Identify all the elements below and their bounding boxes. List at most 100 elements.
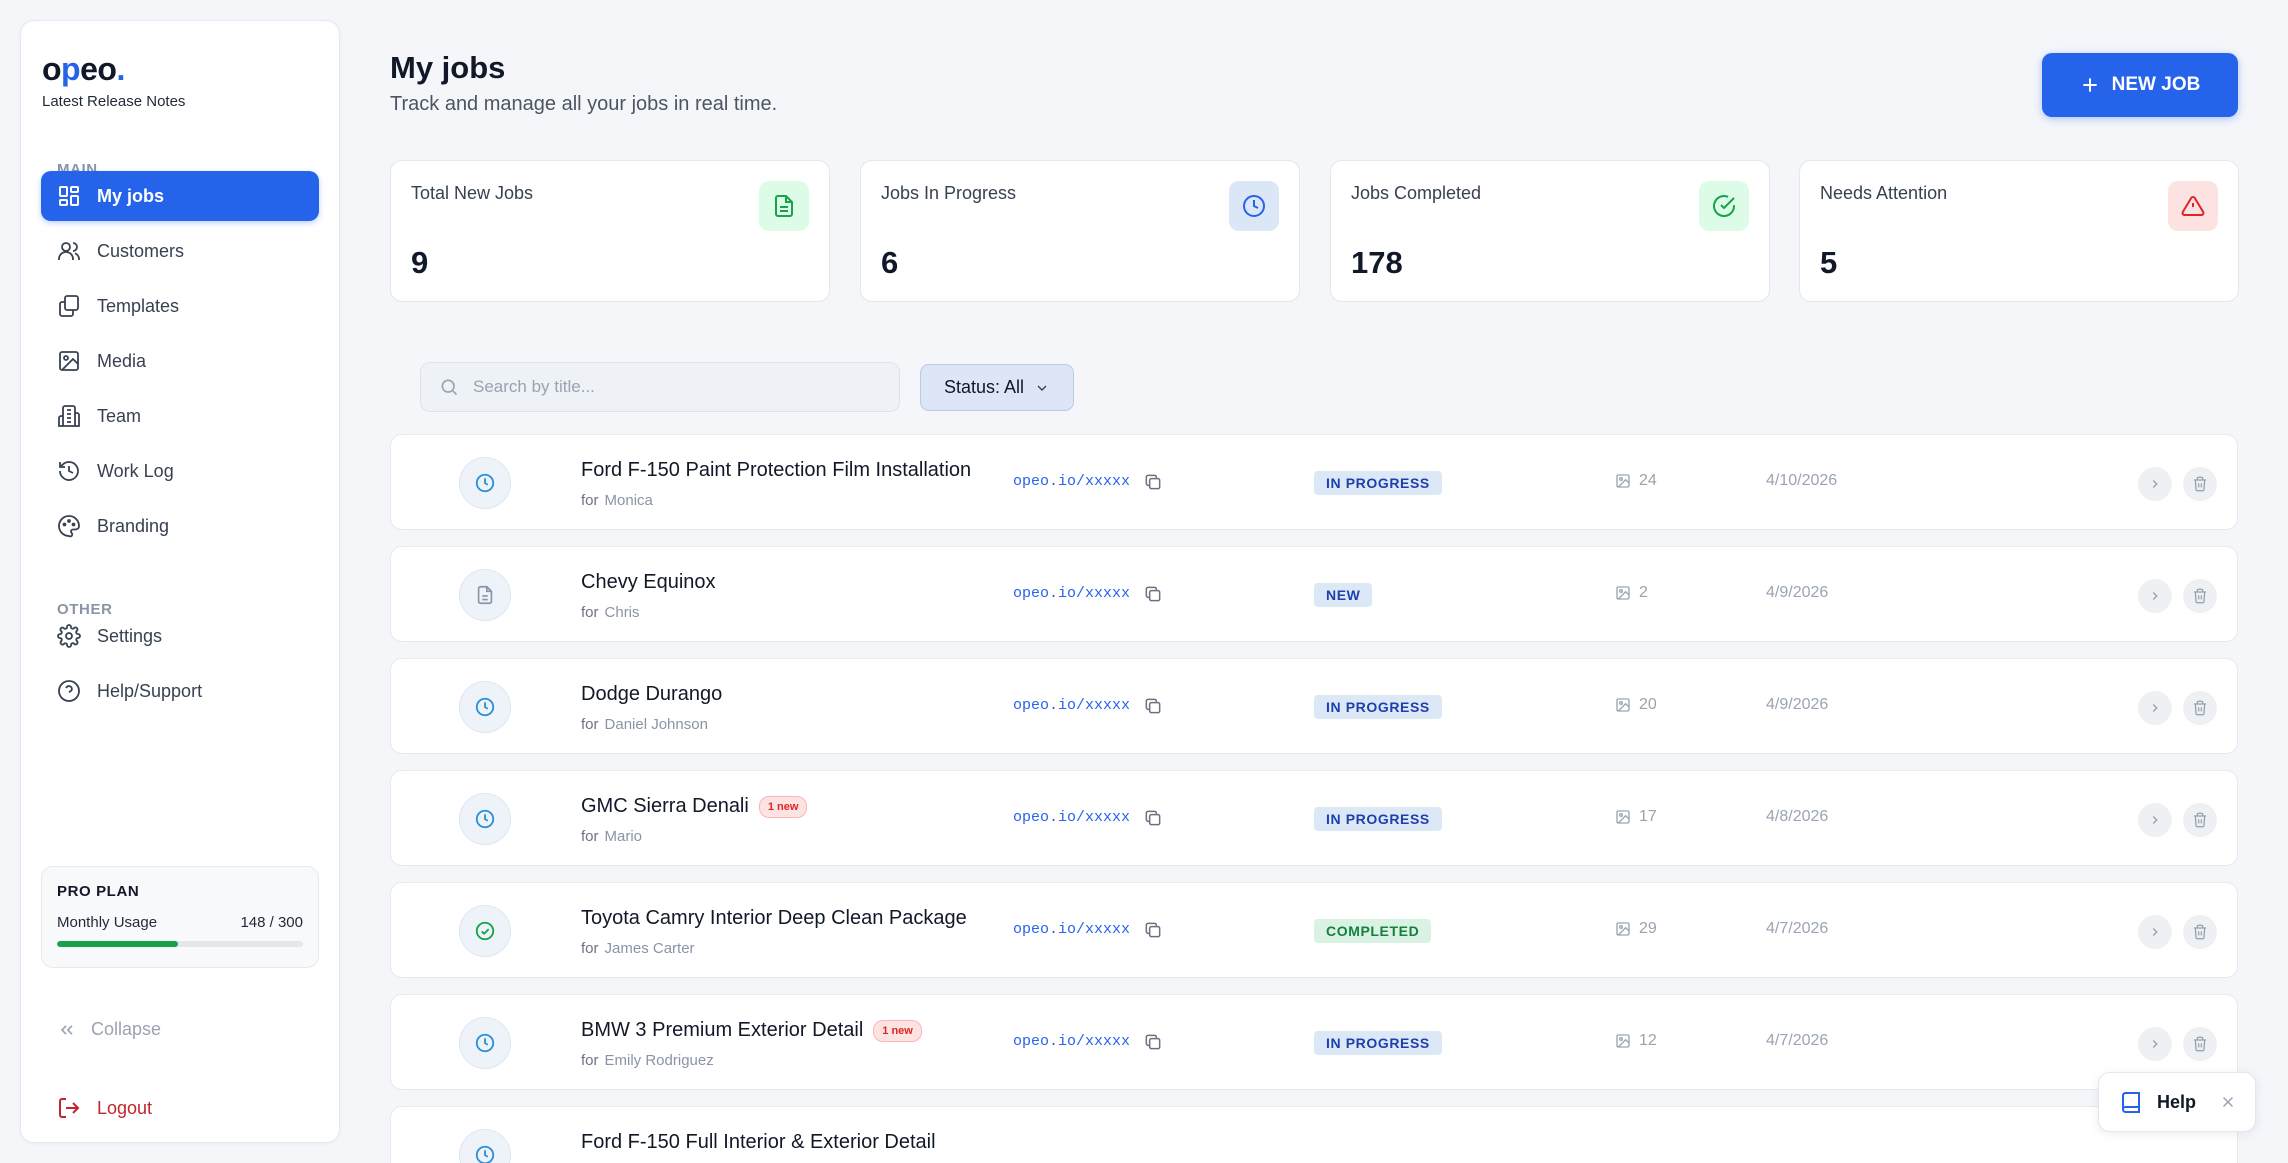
media-count: 17 bbox=[1615, 808, 1657, 826]
search-input[interactable] bbox=[473, 377, 873, 397]
sidebar-item-branding[interactable]: Branding bbox=[41, 501, 319, 551]
sidebar-item-label: Templates bbox=[97, 295, 180, 316]
for-label: for bbox=[581, 604, 599, 621]
copy-link-icon[interactable] bbox=[1143, 584, 1163, 604]
customer-name: Monica bbox=[604, 492, 653, 509]
open-job-button[interactable] bbox=[2138, 467, 2172, 501]
media-count-value: 29 bbox=[1639, 920, 1657, 937]
release-notes-link[interactable]: Latest Release Notes bbox=[42, 93, 185, 110]
search-box bbox=[420, 362, 900, 412]
media-count: 29 bbox=[1615, 920, 1657, 938]
stat-value: 178 bbox=[1351, 245, 1403, 280]
job-share-link[interactable]: opeo.io/xxxxx bbox=[1013, 921, 1130, 938]
sidebar-item-team[interactable]: Team bbox=[41, 391, 319, 441]
sidebar-item-customers[interactable]: Customers bbox=[41, 226, 319, 276]
sidebar-item-help-support[interactable]: Help/Support bbox=[41, 666, 319, 716]
stat-card-needs-attention: Needs Attention 5 bbox=[1799, 160, 2239, 302]
job-date: 4/10/2026 bbox=[1766, 472, 1838, 489]
sidebar-item-templates[interactable]: Templates bbox=[41, 281, 319, 331]
book-icon bbox=[2122, 1092, 2140, 1113]
gear-icon bbox=[57, 624, 81, 648]
sidebar-item-label: Media bbox=[97, 350, 147, 371]
job-date: 4/7/2026 bbox=[1766, 1032, 1829, 1049]
file-icon bbox=[459, 569, 511, 621]
sidebar-item-work-log[interactable]: Work Log bbox=[41, 446, 319, 496]
copy-link-icon[interactable] bbox=[1143, 1032, 1163, 1052]
job-row[interactable]: Chevy Equinox for Chris opeo.io/xxxxx NEW 2 4/… bbox=[390, 546, 2238, 642]
job-customer: for Chris bbox=[581, 604, 640, 621]
delete-job-button[interactable] bbox=[2183, 915, 2217, 949]
sidebar-item-settings[interactable]: Settings bbox=[41, 611, 319, 661]
customer-name: Chris bbox=[604, 604, 640, 621]
job-row[interactable]: Ford F-150 Paint Protection Film Install… bbox=[390, 434, 2238, 530]
open-job-button[interactable] bbox=[2138, 803, 2172, 837]
job-share-link[interactable]: opeo.io/xxxxx bbox=[1013, 697, 1130, 714]
stat-card-jobs-completed: Jobs Completed 178 bbox=[1330, 160, 1770, 302]
open-job-button[interactable] bbox=[2138, 1027, 2172, 1061]
job-row[interactable]: Dodge Durango for Daniel Johnson opeo.io/xx… bbox=[390, 658, 2238, 754]
media-count: 20 bbox=[1615, 696, 1657, 714]
job-customer: for Daniel Johnson bbox=[581, 716, 708, 733]
search-icon bbox=[441, 379, 458, 396]
sidebar-item-media[interactable]: Media bbox=[41, 336, 319, 386]
media-count-value: 20 bbox=[1639, 696, 1657, 713]
help-widget[interactable]: Help bbox=[2098, 1072, 2256, 1132]
job-customer: for Emily Rodriguez bbox=[581, 1052, 714, 1069]
job-row[interactable]: Ford F-150 Full Interior & Exterior Deta… bbox=[390, 1106, 2238, 1163]
media-count-value: 17 bbox=[1639, 808, 1657, 825]
usage-progress-bar bbox=[57, 941, 303, 947]
job-title: Ford F-150 Paint Protection Film Install… bbox=[581, 459, 971, 482]
new-media-badge: 1 new bbox=[873, 1019, 922, 1042]
status-badge: IN PROGRESS bbox=[1314, 807, 1442, 831]
job-share-link[interactable]: opeo.io/xxxxx bbox=[1013, 585, 1130, 602]
delete-job-button[interactable] bbox=[2183, 579, 2217, 613]
copy-link-icon[interactable] bbox=[1143, 472, 1163, 492]
plan-title: PRO PLAN bbox=[57, 883, 140, 900]
job-title: Ford F-150 Full Interior & Exterior Deta… bbox=[581, 1131, 936, 1154]
delete-job-button[interactable] bbox=[2183, 803, 2217, 837]
usage-label: Monthly Usage bbox=[57, 914, 158, 931]
stat-value: 5 bbox=[1820, 245, 1838, 280]
job-share-link[interactable]: opeo.io/xxxxx bbox=[1013, 809, 1130, 826]
job-share-link[interactable]: opeo.io/xxxxx bbox=[1013, 1033, 1130, 1050]
copy-link-icon[interactable] bbox=[1143, 920, 1163, 940]
job-row[interactable]: BMW 3 Premium Exterior Detail 1 new for Emi… bbox=[390, 994, 2238, 1090]
sidebar-item-label: Team bbox=[97, 405, 142, 426]
copy-link-icon[interactable] bbox=[1143, 808, 1163, 828]
trash-icon bbox=[2194, 588, 2206, 604]
plus-icon bbox=[2082, 78, 2097, 92]
help-circle-icon bbox=[58, 680, 80, 702]
status-filter-dropdown[interactable]: Status: All bbox=[920, 364, 1074, 411]
job-row[interactable]: GMC Sierra Denali 1 new for Mario opeo.io/xx… bbox=[390, 770, 2238, 866]
media-count: 12 bbox=[1615, 1032, 1657, 1050]
delete-job-button[interactable] bbox=[2183, 691, 2217, 725]
open-job-button[interactable] bbox=[2138, 915, 2172, 949]
sidebar-item-my-jobs[interactable]: My jobs bbox=[41, 171, 319, 221]
copy-link-icon[interactable] bbox=[1143, 696, 1163, 716]
for-label: for bbox=[581, 828, 599, 845]
sidebar: opeo. Latest Release Notes MAIN My jobs … bbox=[20, 20, 340, 1143]
clock-icon bbox=[459, 681, 511, 733]
trash-icon bbox=[2194, 476, 2206, 492]
chevron-down-icon bbox=[1037, 385, 1047, 391]
logout-button[interactable]: Logout bbox=[57, 1096, 152, 1120]
job-share-link[interactable]: opeo.io/xxxxx bbox=[1013, 473, 1130, 490]
open-job-button[interactable] bbox=[2138, 691, 2172, 725]
job-title-text: GMC Sierra Denali bbox=[581, 795, 749, 817]
new-media-badge: 1 new bbox=[758, 795, 808, 818]
for-label: for bbox=[581, 940, 599, 957]
new-job-button[interactable]: NEW JOB bbox=[2042, 53, 2238, 117]
delete-job-button[interactable] bbox=[2183, 1027, 2217, 1061]
app-logo[interactable]: opeo. bbox=[42, 51, 125, 88]
collapse-sidebar-button[interactable]: Collapse bbox=[57, 1019, 161, 1040]
page-title: My jobs bbox=[390, 50, 506, 85]
customer-name: Emily Rodriguez bbox=[604, 1052, 714, 1069]
stat-label: Needs Attention bbox=[1820, 183, 1948, 203]
customer-name: Daniel Johnson bbox=[604, 716, 708, 733]
sidebar-item-label: Work Log bbox=[97, 460, 174, 481]
close-icon[interactable] bbox=[2219, 1093, 2237, 1111]
open-job-button[interactable] bbox=[2138, 579, 2172, 613]
status-badge: IN PROGRESS bbox=[1314, 695, 1442, 719]
job-row[interactable]: Toyota Camry Interior Deep Clean Package… bbox=[390, 882, 2238, 978]
delete-job-button[interactable] bbox=[2183, 467, 2217, 501]
